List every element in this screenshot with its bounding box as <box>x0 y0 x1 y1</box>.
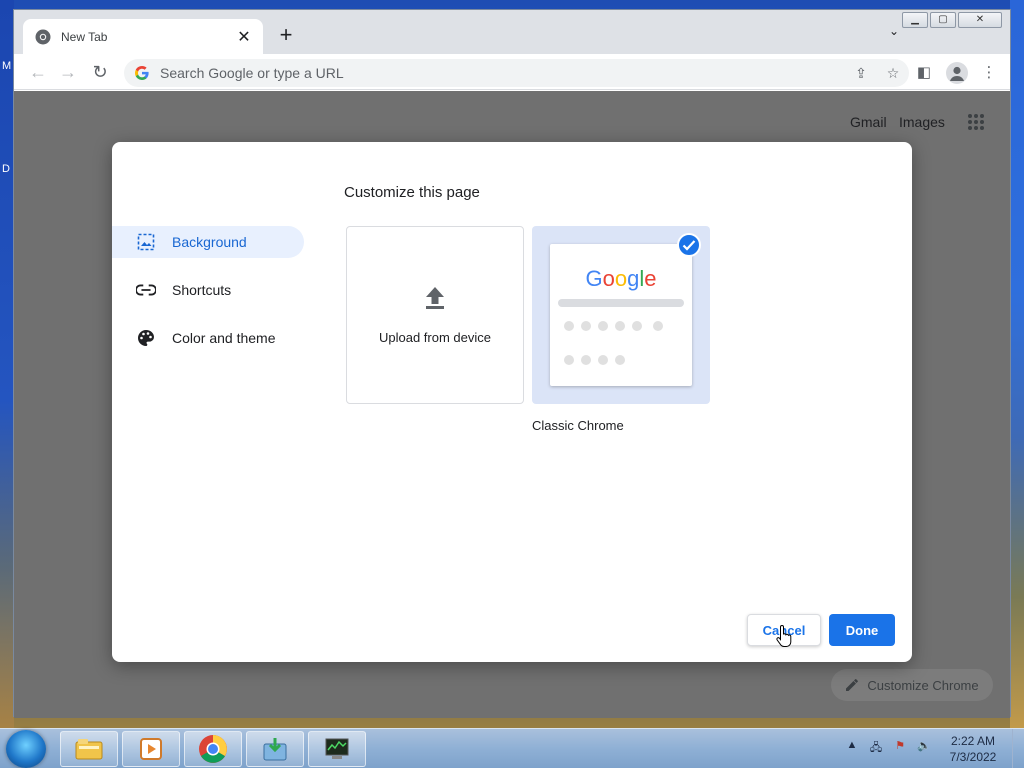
hand-cursor-icon <box>776 624 792 647</box>
clock-date: 7/3/2022 <box>949 750 997 764</box>
tray-expand-icon[interactable]: ▲ <box>844 739 860 755</box>
taskbar-clock[interactable]: 2:22 AM 7/3/2022 <box>940 733 1006 765</box>
window-controls: ▁ ▢ ✕ <box>900 12 1002 28</box>
customize-dialog: Customize this page Background Shortcuts… <box>112 142 912 662</box>
desktop-background-left: M D <box>0 0 14 728</box>
palette-icon <box>136 328 156 348</box>
menu-item-label: Color and theme <box>172 330 276 346</box>
forward-arrow-icon[interactable]: → <box>56 60 80 84</box>
preview-shortcut-dots <box>564 321 678 389</box>
maximize-button[interactable]: ▢ <box>930 12 956 28</box>
preview-search-bar <box>558 299 684 307</box>
show-desktop-button[interactable] <box>1012 729 1024 768</box>
google-apps-icon[interactable] <box>967 113 985 131</box>
gmail-link[interactable]: Gmail <box>850 114 887 130</box>
desktop-background-right <box>1010 0 1024 728</box>
dialog-title: Customize this page <box>344 184 480 201</box>
customize-chrome-label: Customize Chrome <box>867 677 979 693</box>
image-icon <box>136 232 156 252</box>
selected-check-icon <box>677 233 701 257</box>
action-center-flag-icon[interactable]: ⚑ <box>892 739 908 755</box>
menu-item-background[interactable]: Background <box>112 226 304 258</box>
new-tab-button[interactable]: + <box>276 24 296 46</box>
taskbar-explorer-icon[interactable] <box>60 731 118 767</box>
close-window-button[interactable]: ✕ <box>958 12 1002 28</box>
tab-new-tab[interactable]: New Tab ✕ <box>23 19 263 54</box>
share-icon[interactable]: ⇪ <box>845 65 877 82</box>
upload-icon <box>426 286 444 309</box>
menu-kebab-icon[interactable]: ⋮ <box>978 62 1000 84</box>
taskbar-monitor-app-icon[interactable] <box>308 731 366 767</box>
upload-from-device-tile[interactable]: Upload from device <box>346 226 524 404</box>
minimize-button[interactable]: ▁ <box>902 12 928 28</box>
back-arrow-icon[interactable]: ← <box>26 60 50 84</box>
network-icon[interactable]: 🖧 <box>868 739 884 755</box>
google-logo: Google <box>585 266 657 291</box>
profile-avatar-icon[interactable] <box>946 62 968 84</box>
images-link[interactable]: Images <box>899 114 945 130</box>
tab-strip: New Tab ✕ + ⌄ ▁ ▢ ✕ <box>14 10 1010 54</box>
start-button[interactable] <box>6 730 46 768</box>
link-icon <box>136 280 156 300</box>
omnibox[interactable]: ⇪ ☆ <box>124 59 909 87</box>
done-button[interactable]: Done <box>829 614 895 646</box>
classic-chrome-tile[interactable]: Google <box>532 226 710 404</box>
pencil-icon <box>846 679 859 691</box>
desktop-icon-label: M <box>2 60 12 72</box>
taskbar-media-player-icon[interactable] <box>122 731 180 767</box>
chrome-logo-icon <box>35 29 51 44</box>
classic-chrome-label: Classic Chrome <box>532 418 624 433</box>
upload-label: Upload from device <box>379 329 491 345</box>
clock-time: 2:22 AM <box>950 734 996 748</box>
desktop-icon-label: D <box>2 163 10 175</box>
system-tray: ▲ 🖧 ⚑ 🔈 <box>844 739 940 755</box>
google-g-icon <box>135 66 149 80</box>
volume-icon[interactable]: 🔈 <box>916 739 932 755</box>
reload-icon[interactable]: ↻ <box>88 60 112 84</box>
browser-toolbar: ← → ↻ ⇪ ☆ ◧ ⋮ <box>14 54 1010 90</box>
omnibox-input[interactable] <box>160 65 845 81</box>
taskbar-chrome-icon[interactable] <box>184 731 242 767</box>
windows-taskbar: ▲ 🖧 ⚑ 🔈 2:22 AM 7/3/2022 <box>0 728 1024 768</box>
bookmark-star-icon[interactable]: ☆ <box>877 65 909 82</box>
menu-item-shortcuts[interactable]: Shortcuts <box>112 274 304 306</box>
customize-chrome-button[interactable]: Customize Chrome <box>831 669 993 701</box>
tab-close-icon[interactable]: ✕ <box>235 27 253 47</box>
menu-item-label: Shortcuts <box>172 282 232 298</box>
menu-item-color-theme[interactable]: Color and theme <box>112 322 304 354</box>
classic-chrome-preview: Google <box>550 244 692 386</box>
side-panel-icon[interactable]: ◧ <box>913 62 935 84</box>
taskbar-download-app-icon[interactable] <box>246 731 304 767</box>
menu-item-label: Background <box>172 234 247 250</box>
tab-title: New Tab <box>61 29 108 44</box>
